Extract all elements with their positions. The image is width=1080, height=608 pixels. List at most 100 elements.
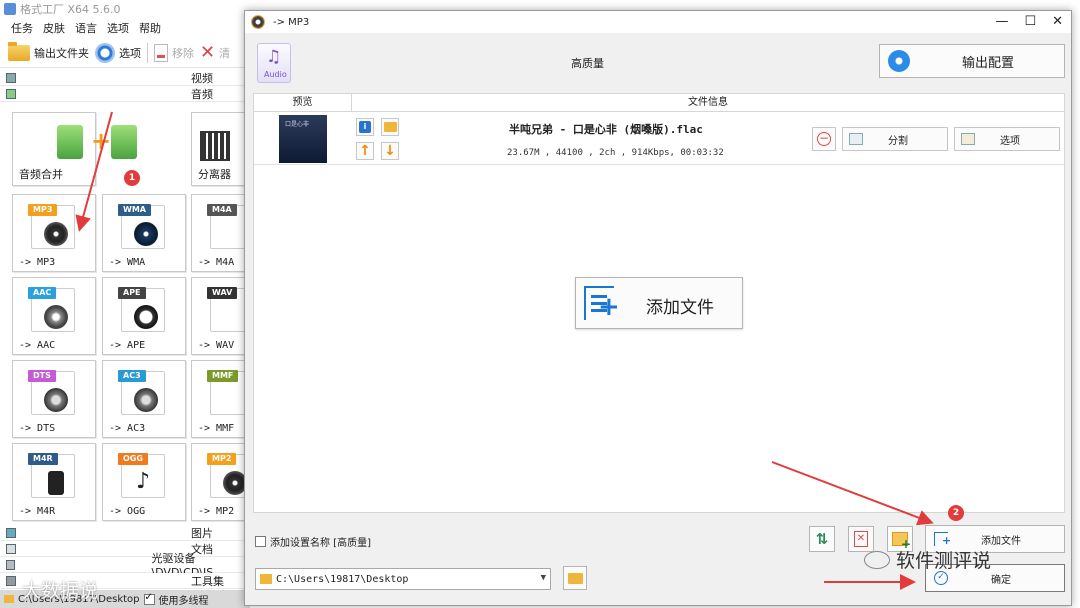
tile-m4r[interactable]: M4R -> M4R — [12, 443, 96, 521]
main-title-bar: 格式工厂 X64 5.6.0 — [0, 0, 250, 18]
tile-wma[interactable]: WMA -> WMA — [102, 194, 186, 272]
multithread-checkbox[interactable] — [143, 592, 155, 605]
dialog-title: -> MP3 — [273, 16, 310, 28]
remove-file-button[interactable]: − — [812, 127, 836, 151]
file-name: 半吨兄弟 - 口是心非 (烟嗓版).flac — [509, 123, 703, 136]
quality-header: ♫ Audio 高质量 输出配置 — [245, 33, 1071, 93]
folder-icon — [8, 41, 30, 61]
category-image[interactable]: 图片 — [0, 525, 250, 541]
open-folder-button[interactable] — [381, 118, 399, 136]
file-meta: 23.67M , 44100 , 2ch , 914Kbps, 00:03:32 — [507, 148, 724, 158]
tile-ac3[interactable]: AC3 -> AC3 — [102, 360, 186, 438]
minus-circle-icon: − — [817, 131, 831, 146]
toolbar-divider — [147, 42, 148, 63]
video-category-icon — [6, 72, 16, 83]
disc-category-icon — [6, 559, 16, 570]
arrow-down-icon: ↓ — [384, 143, 396, 159]
move-down-button[interactable]: ↓ — [381, 142, 399, 160]
watermark-left: 大数据说 — [22, 580, 99, 602]
tile-dts[interactable]: DTS -> DTS — [12, 360, 96, 438]
output-folder-button[interactable]: 输出文件夹 — [8, 41, 89, 61]
close-icon[interactable]: ✕ — [1052, 14, 1063, 29]
aac-format-icon: AAC — [28, 287, 75, 332]
tile-mp2[interactable]: MP2 -> MP2 — [191, 443, 254, 521]
window-controls: — ☐ ✕ — [995, 14, 1063, 29]
file-list-header: 预览 文件信息 — [254, 94, 1064, 112]
folder-icon — [383, 122, 397, 132]
info-button[interactable]: i — [356, 118, 374, 136]
category-audio[interactable]: 音频 — [0, 86, 250, 102]
watermark-right: 软件测评说 — [864, 546, 991, 573]
menu-bar: 任务 皮肤 语言 选项 帮助 — [0, 18, 250, 38]
sort-button[interactable]: ⇅ — [809, 526, 835, 552]
split-button[interactable]: 分割 — [842, 127, 948, 151]
folder-icon — [4, 595, 14, 603]
options-button[interactable]: 选项 — [95, 42, 141, 63]
music-note-icon — [111, 125, 137, 159]
menu-help[interactable]: 帮助 — [134, 20, 166, 36]
dialog-title-bar: -> MP3 — ☐ ✕ — [245, 11, 1071, 33]
mp3-disc-icon — [251, 15, 265, 29]
menu-options[interactable]: 选项 — [102, 20, 134, 36]
gear-icon — [888, 50, 910, 72]
tools-category-icon — [6, 575, 16, 586]
tile-wav[interactable]: WAV -> WAV — [191, 277, 254, 355]
tile-ape[interactable]: APE -> APE — [102, 277, 186, 355]
tile-aac[interactable]: AAC -> AAC — [12, 277, 96, 355]
clear-icon: ✕ — [200, 41, 216, 63]
app-icon — [4, 3, 16, 15]
menu-language[interactable]: 语言 — [70, 20, 102, 36]
remove-icon — [154, 43, 168, 62]
music-note-icon: ♪ — [136, 469, 151, 494]
add-setting-name-checkbox[interactable] — [255, 536, 266, 547]
output-path-value: C:\Users\19817\Desktop — [276, 573, 409, 585]
add-file-large-button[interactable]: + 添加文件 — [575, 277, 743, 329]
move-up-button[interactable]: ↑ — [356, 142, 374, 160]
multithread-label: 使用多线程 — [158, 595, 209, 607]
preview-column-header: 预览 — [254, 94, 352, 111]
category-video[interactable]: 视频 — [0, 70, 250, 86]
options-icon — [961, 133, 975, 145]
ogg-format-icon: OGG ♪ — [118, 453, 165, 498]
album-cover: 口是心非 — [279, 115, 327, 163]
maximize-icon[interactable]: ☐ — [1024, 14, 1036, 29]
ac3-format-icon: AC3 — [118, 370, 165, 415]
folder-icon — [260, 574, 272, 584]
step-marker-1: 1 — [124, 170, 140, 186]
ape-format-icon: APE — [118, 287, 165, 332]
tile-m4a[interactable]: M4A -> M4A — [191, 194, 254, 272]
tile-ogg[interactable]: OGG ♪ -> OGG — [102, 443, 186, 521]
menu-task[interactable]: 任务 — [6, 20, 38, 36]
clear-button[interactable]: ✕ 清 — [200, 41, 230, 63]
browse-folder-button[interactable] — [563, 566, 587, 590]
tile-mp3[interactable]: MP3 -> MP3 — [12, 194, 96, 272]
mp3-format-icon: MP3 — [28, 204, 75, 249]
minimize-icon[interactable]: — — [995, 14, 1008, 29]
main-toolbar: 输出文件夹 选项 移除 ✕ 清 — [0, 38, 250, 68]
file-info-column-header: 文件信息 — [688, 97, 728, 108]
music-note-icon — [57, 125, 83, 159]
output-path-select[interactable]: C:\Users\19817\Desktop ▼ — [255, 568, 551, 590]
wma-format-icon: WMA — [118, 204, 165, 249]
file-row[interactable]: 口是心非 i ↑ ↓ 半吨兄弟 - 口是心非 (烟嗓版).flac 23.67M… — [254, 113, 1064, 165]
chevron-down-icon: ▼ — [540, 573, 546, 583]
tile-mmf[interactable]: MMF -> MMF — [191, 360, 254, 438]
split-icon — [849, 133, 863, 145]
tile-audio-merge[interactable]: + 音频合并 — [12, 112, 137, 186]
category-disc[interactable]: 光驱设备\DVD\CD\IS — [0, 552, 250, 579]
sort-icon: ⇅ — [815, 530, 829, 548]
audio-file-icon: ♫ Audio — [257, 43, 291, 83]
add-folder-icon — [892, 532, 911, 551]
add-setting-name-label: 添加设置名称 [高质量] — [270, 538, 371, 549]
row-options-button[interactable]: 选项 — [954, 127, 1060, 151]
remove-button[interactable]: 移除 — [154, 43, 194, 62]
menu-skin[interactable]: 皮肤 — [38, 20, 70, 36]
check-circle-icon: ✓ — [934, 571, 948, 585]
output-config-button[interactable]: 输出配置 — [879, 44, 1065, 78]
tile-splitter[interactable]: 分离器 — [191, 112, 251, 186]
plus-icon: + — [91, 127, 112, 155]
step-marker-2: 2 — [948, 505, 964, 521]
add-setting-name-option: 添加设置名称 [高质量] — [255, 534, 371, 549]
dts-format-icon: DTS — [28, 370, 75, 415]
audio-category-icon — [6, 88, 16, 99]
